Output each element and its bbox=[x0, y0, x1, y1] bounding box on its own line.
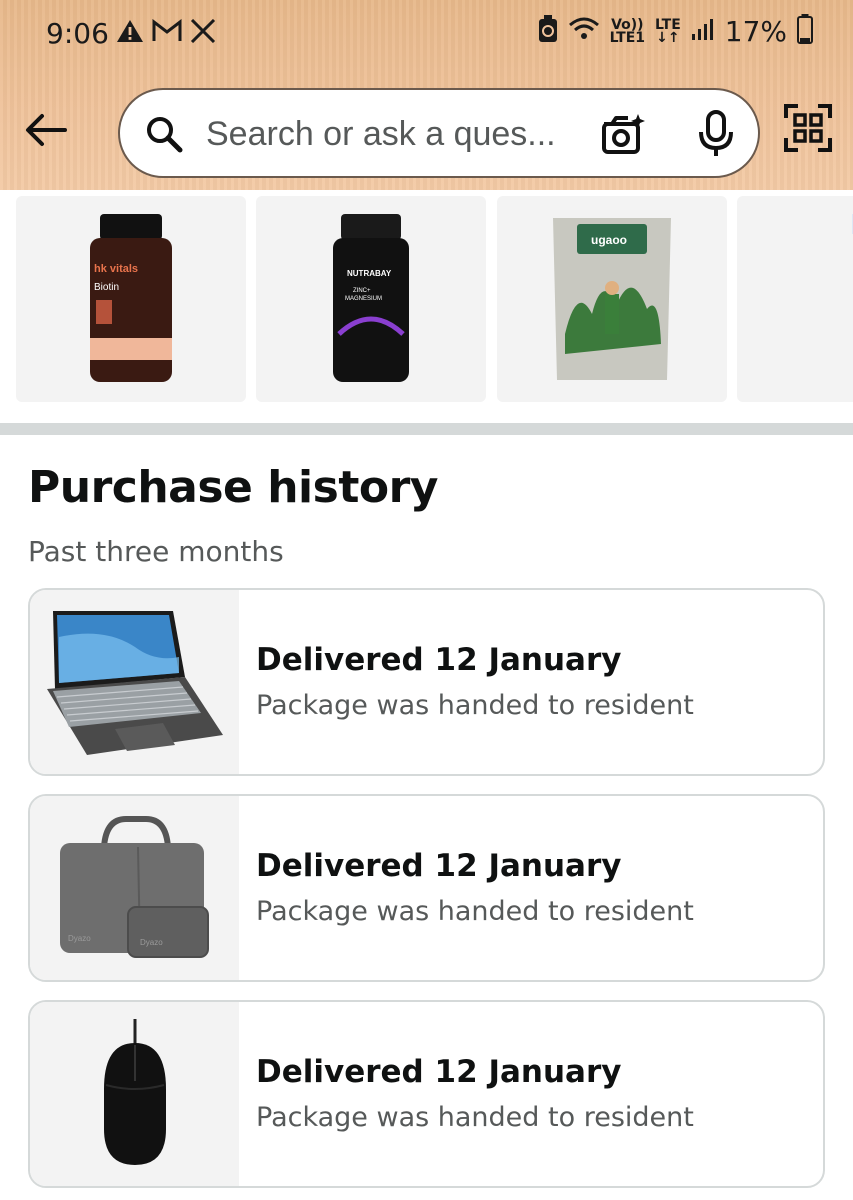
order-status: Delivered 12 January bbox=[256, 848, 622, 884]
data-arrows-icon: ↓↑ bbox=[656, 29, 680, 46]
svg-text:Biotin: Biotin bbox=[94, 282, 119, 293]
qr-scan-icon[interactable] bbox=[784, 104, 832, 152]
section-subtitle: Past three months bbox=[28, 535, 284, 568]
svg-text:ZINC+: ZINC+ bbox=[353, 288, 371, 294]
recommended-products-strip[interactable]: hk vitals Biotin NUTRABAY ZINC+ MAGNESIU… bbox=[0, 190, 853, 420]
app-header: 9:06 Vo)) LTE1 LTE ↓↑ 17% Search or ask … bbox=[0, 0, 853, 190]
svg-text:MAGNESIUM: MAGNESIUM bbox=[345, 296, 382, 302]
computer-mouse-icon bbox=[103, 1019, 166, 1165]
volte-label: Vo)) LTE1 bbox=[609, 18, 646, 46]
wifi-icon bbox=[568, 16, 600, 47]
order-thumbnail bbox=[30, 590, 239, 774]
svg-text:ugaoo: ugaoo bbox=[591, 233, 627, 247]
vermicompost-bag-icon: ugaoo bbox=[553, 218, 671, 380]
order-status: Delivered 12 January bbox=[256, 642, 622, 678]
product-card[interactable]: ugaoo bbox=[497, 196, 727, 402]
order-card[interactable]: Delivered 12 January Package was handed … bbox=[28, 588, 825, 776]
order-detail: Package was handed to resident bbox=[256, 896, 694, 927]
section-title: Purchase history bbox=[28, 462, 438, 513]
laptop-keyboard-cover-icon bbox=[46, 611, 223, 755]
volte-bottom: LTE1 bbox=[609, 29, 646, 46]
search-input[interactable] bbox=[206, 110, 586, 158]
svg-text:Dyazo: Dyazo bbox=[140, 938, 163, 947]
x-icon bbox=[190, 18, 216, 48]
search-icon bbox=[144, 114, 184, 154]
signal-icon bbox=[691, 17, 715, 46]
notification-icons bbox=[116, 18, 216, 49]
battery-percent: 17% bbox=[724, 15, 787, 48]
status-time: 9:06 bbox=[46, 17, 109, 50]
svg-text:hk vitals: hk vitals bbox=[94, 263, 138, 275]
laptop-sleeve-bag-icon: Dyazo Dyazo bbox=[59, 816, 209, 958]
microphone-icon[interactable] bbox=[696, 110, 736, 158]
section-divider bbox=[0, 423, 853, 435]
search-bar[interactable] bbox=[118, 88, 760, 178]
back-button[interactable] bbox=[22, 106, 70, 154]
order-detail: Package was handed to resident bbox=[256, 1102, 694, 1133]
order-card[interactable]: Delivered 12 January Package was handed … bbox=[28, 1000, 825, 1188]
lte-label: LTE ↓↑ bbox=[655, 18, 681, 46]
order-detail: Package was handed to resident bbox=[256, 690, 694, 721]
product-card[interactable]: NUTRABAY ZINC+ MAGNESIUM bbox=[256, 196, 486, 402]
product-card[interactable]: hk vitals Biotin bbox=[16, 196, 246, 402]
supplement-bottle-icon: hk vitals Biotin bbox=[90, 214, 172, 382]
product-card[interactable]: DISTILLE bbox=[737, 196, 853, 402]
warning-icon bbox=[116, 18, 144, 49]
order-thumbnail bbox=[30, 1002, 239, 1186]
status-bar: 9:06 Vo)) LTE1 LTE ↓↑ 17% bbox=[0, 0, 853, 68]
order-thumbnail: Dyazo Dyazo bbox=[30, 796, 239, 980]
supplement-bottle-icon: NUTRABAY ZINC+ MAGNESIUM bbox=[333, 214, 409, 382]
battery-icon bbox=[797, 14, 813, 49]
camera-icon[interactable] bbox=[600, 112, 646, 158]
back-arrow-icon bbox=[26, 114, 67, 146]
battery-saver-icon bbox=[538, 15, 558, 48]
order-card[interactable]: Dyazo Dyazo Delivered 12 January Package… bbox=[28, 794, 825, 982]
svg-text:Dyazo: Dyazo bbox=[68, 934, 91, 943]
svg-text:NUTRABAY: NUTRABAY bbox=[347, 269, 392, 278]
distilled-water-can-icon: DISTILLE bbox=[852, 214, 853, 234]
gmail-icon bbox=[152, 18, 182, 48]
status-right: Vo)) LTE1 LTE ↓↑ 17% bbox=[538, 14, 813, 49]
order-status: Delivered 12 January bbox=[256, 1054, 622, 1090]
